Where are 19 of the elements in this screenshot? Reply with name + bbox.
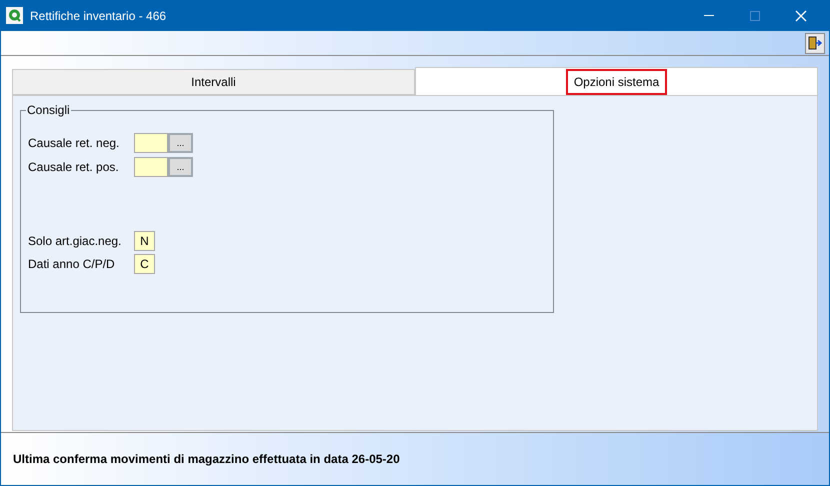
field-label: Solo art.giac.neg.: [28, 232, 122, 250]
browse-button[interactable]: ...: [168, 157, 193, 177]
field-label: Causale ret. neg.: [28, 135, 120, 152]
window-title: Rettifiche inventario - 466: [30, 8, 166, 24]
field-label: Causale ret. pos.: [28, 159, 120, 176]
input-field[interactable]: C: [134, 254, 155, 274]
app-icon: [6, 7, 23, 24]
door-exit-icon: [808, 36, 822, 50]
field-label: Dati anno C/P/D: [28, 256, 116, 272]
input-field[interactable]: [134, 157, 168, 177]
group-title: Consigli: [26, 103, 71, 117]
tab[interactable]: Opzioni sistema: [415, 67, 818, 95]
browse-button[interactable]: ...: [168, 133, 193, 153]
close-icon: [795, 10, 807, 22]
status-text: Ultima conferma movimenti di magazzino effettuata in data 26-05-20: [13, 451, 400, 468]
tab[interactable]: Intervalli: [12, 69, 415, 95]
input-field[interactable]: [134, 133, 168, 153]
input-field[interactable]: N: [134, 230, 155, 250]
exit-door-button[interactable]: [805, 32, 825, 54]
